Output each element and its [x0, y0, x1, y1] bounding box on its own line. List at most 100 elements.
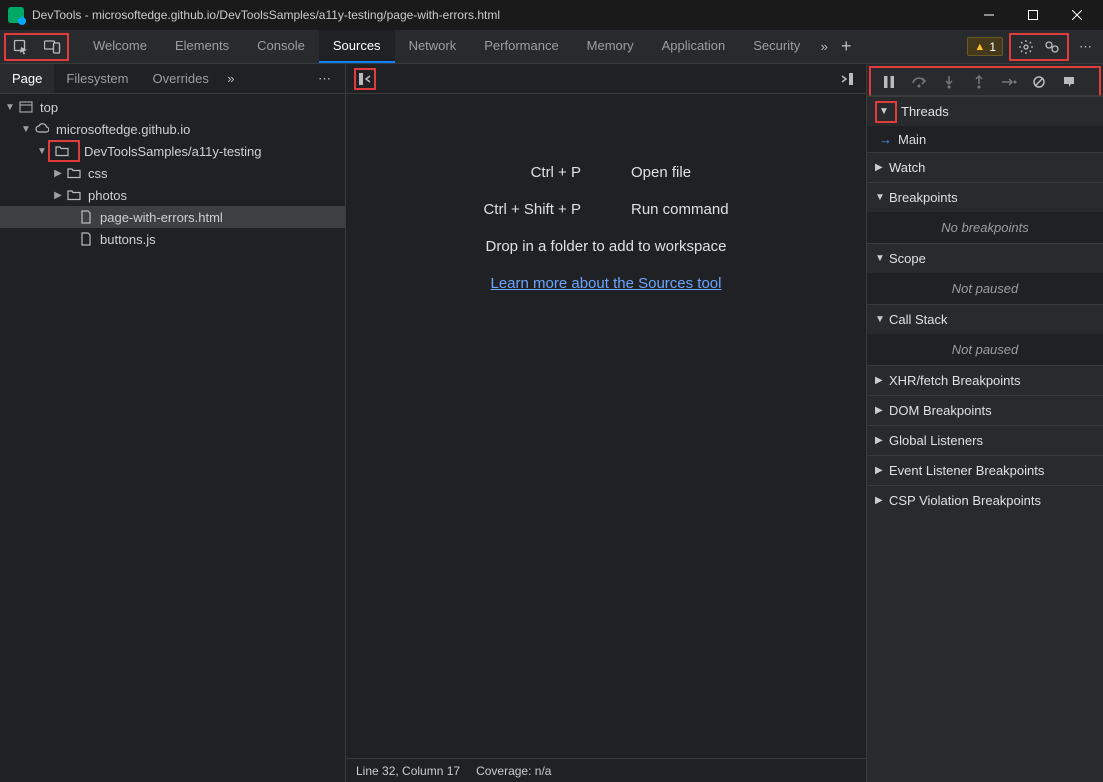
tab-console[interactable]: Console [243, 30, 319, 63]
debugger-panel: ▼ Threads → Main ▶ Watch ▼ Breakpoints N… [867, 64, 1103, 782]
section-event[interactable]: ▶ Event Listener Breakpoints [867, 455, 1103, 485]
deactivate-breakpoints-icon[interactable] [1029, 72, 1049, 92]
current-thread-icon: → [879, 132, 892, 147]
tab-memory[interactable]: Memory [573, 30, 648, 63]
tree-file-js[interactable]: buttons.js [0, 228, 345, 250]
step-over-icon[interactable] [909, 72, 929, 92]
tab-security[interactable]: Security [739, 30, 814, 63]
file-icon [78, 231, 94, 247]
nav-more-tabs-icon[interactable]: » [221, 71, 241, 86]
tree-label: top [40, 100, 58, 115]
file-tree: ▼ top ▼ microsoftedge.github.io ▼ DevToo… [0, 94, 345, 782]
section-csp[interactable]: ▶ CSP Violation Breakpoints [867, 485, 1103, 515]
window-titlebar: DevTools - microsoftedge.github.io/DevTo… [0, 0, 1103, 30]
tree-label: page-with-errors.html [100, 210, 223, 225]
more-menu-icon[interactable]: ⋯ [1075, 36, 1097, 58]
chevron-down-icon: ▼ [879, 106, 893, 117]
feedback-icon[interactable] [1041, 36, 1063, 58]
maximize-button[interactable] [1011, 0, 1055, 30]
shortcut-keys: Ctrl + P [483, 164, 581, 181]
shortcut-action: Open file [631, 164, 729, 181]
nav-tab-page[interactable]: Page [0, 64, 54, 93]
section-label: DOM Breakpoints [889, 403, 992, 418]
debugger-toolbar [869, 66, 1101, 96]
nav-tab-filesystem[interactable]: Filesystem [54, 64, 140, 93]
folder-icon [66, 165, 82, 181]
tab-elements[interactable]: Elements [161, 30, 243, 63]
drop-hint: Drop in a folder to add to workspace [486, 238, 727, 255]
warnings-badge[interactable]: ▲ 1 [967, 37, 1003, 56]
tab-welcome[interactable]: Welcome [79, 30, 161, 63]
inspect-element-icon[interactable] [10, 36, 32, 58]
tree-folder-photos[interactable]: ▶ photos [0, 184, 345, 206]
breakpoints-empty: No breakpoints [867, 212, 1103, 243]
debugger-sections: ▼ Threads → Main ▶ Watch ▼ Breakpoints N… [867, 96, 1103, 782]
chevron-right-icon: ▶ [875, 162, 889, 173]
shortcut-action: Run command [631, 201, 729, 218]
section-watch[interactable]: ▶ Watch [867, 152, 1103, 182]
window-title: DevTools - microsoftedge.github.io/DevTo… [32, 8, 967, 22]
tree-label: buttons.js [100, 232, 156, 247]
close-button[interactable] [1055, 0, 1099, 30]
section-global[interactable]: ▶ Global Listeners [867, 425, 1103, 455]
device-toolbar-icon[interactable] [41, 36, 63, 58]
chevron-right-icon: ▶ [875, 435, 889, 446]
thread-name: Main [898, 132, 926, 147]
collapse-right-icon[interactable] [836, 68, 858, 90]
nav-more-icon[interactable]: ⋯ [310, 71, 339, 87]
chevron-down-icon: ▼ [4, 102, 16, 113]
nav-tab-overrides[interactable]: Overrides [141, 64, 221, 93]
minimize-button[interactable] [967, 0, 1011, 30]
editor-top-bar [346, 64, 866, 94]
warning-count: 1 [989, 40, 996, 54]
tree-path[interactable]: ▼ DevToolsSamples/a11y-testing [0, 140, 345, 162]
section-breakpoints[interactable]: ▼ Breakpoints [867, 182, 1103, 212]
pause-on-exceptions-icon[interactable] [1059, 72, 1079, 92]
inspect-group [4, 33, 69, 61]
collapse-left-icon[interactable] [354, 68, 376, 90]
tab-performance[interactable]: Performance [470, 30, 572, 63]
section-label: Call Stack [889, 312, 948, 327]
cursor-position: Line 32, Column 17 [356, 764, 460, 778]
step-icon[interactable] [999, 72, 1019, 92]
editor-status-bar: Line 32, Column 17 Coverage: n/a [346, 758, 866, 782]
tree-top[interactable]: ▼ top [0, 96, 345, 118]
more-tabs-icon[interactable]: » [814, 39, 834, 54]
section-callstack[interactable]: ▼ Call Stack [867, 304, 1103, 334]
section-label: CSP Violation Breakpoints [889, 493, 1041, 508]
tab-application[interactable]: Application [648, 30, 740, 63]
navigator-panel: Page Filesystem Overrides » ⋯ ▼ top ▼ mi… [0, 64, 346, 782]
tree-label: photos [88, 188, 127, 203]
callstack-empty: Not paused [867, 334, 1103, 365]
step-into-icon[interactable] [939, 72, 959, 92]
section-xhr[interactable]: ▶ XHR/fetch Breakpoints [867, 365, 1103, 395]
learn-more-link[interactable]: Learn more about the Sources tool [491, 275, 722, 292]
pause-icon[interactable] [879, 72, 899, 92]
chevron-right-icon: ▶ [52, 168, 64, 179]
tree-label: microsoftedge.github.io [56, 122, 190, 137]
thread-main[interactable]: → Main [867, 126, 1103, 152]
navigator-tabs: Page Filesystem Overrides » ⋯ [0, 64, 345, 94]
panel-tabs: Welcome Elements Console Sources Network… [79, 30, 814, 63]
cloud-icon [34, 121, 50, 137]
section-threads[interactable]: ▼ Threads [867, 96, 1103, 126]
scope-empty: Not paused [867, 273, 1103, 304]
section-label: Threads [901, 104, 949, 119]
tab-network[interactable]: Network [395, 30, 471, 63]
tree-folder-css[interactable]: ▶ css [0, 162, 345, 184]
tree-file-html[interactable]: page-with-errors.html [0, 206, 345, 228]
section-scope[interactable]: ▼ Scope [867, 243, 1103, 273]
section-label: Scope [889, 251, 926, 266]
editor-empty-state: Ctrl + P Open file Ctrl + Shift + P Run … [346, 94, 866, 758]
window-icon [18, 99, 34, 115]
chevron-right-icon: ▶ [875, 375, 889, 386]
add-tab-button[interactable]: + [834, 35, 858, 59]
settings-icon[interactable] [1015, 36, 1037, 58]
tree-label: DevToolsSamples/a11y-testing [84, 144, 262, 159]
tree-host[interactable]: ▼ microsoftedge.github.io [0, 118, 345, 140]
step-out-icon[interactable] [969, 72, 989, 92]
folder-icon [54, 143, 70, 159]
tab-sources[interactable]: Sources [319, 30, 395, 63]
section-dom[interactable]: ▶ DOM Breakpoints [867, 395, 1103, 425]
chevron-down-icon: ▼ [875, 192, 889, 203]
